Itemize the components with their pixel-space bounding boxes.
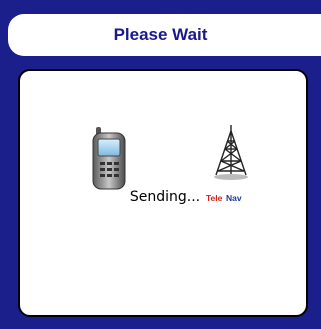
- telenav-tower-icon: [214, 125, 248, 180]
- mobile-phone-icon: [92, 127, 126, 190]
- title-bar: Please Wait: [8, 14, 321, 56]
- content-panel: Tele Nav Sending...: [18, 69, 308, 317]
- dialog-frame: Please Wait Tele Nav Sending...: [0, 0, 321, 329]
- dialog-title: Please Wait: [113, 25, 208, 44]
- status-text: Sending...: [129, 189, 201, 205]
